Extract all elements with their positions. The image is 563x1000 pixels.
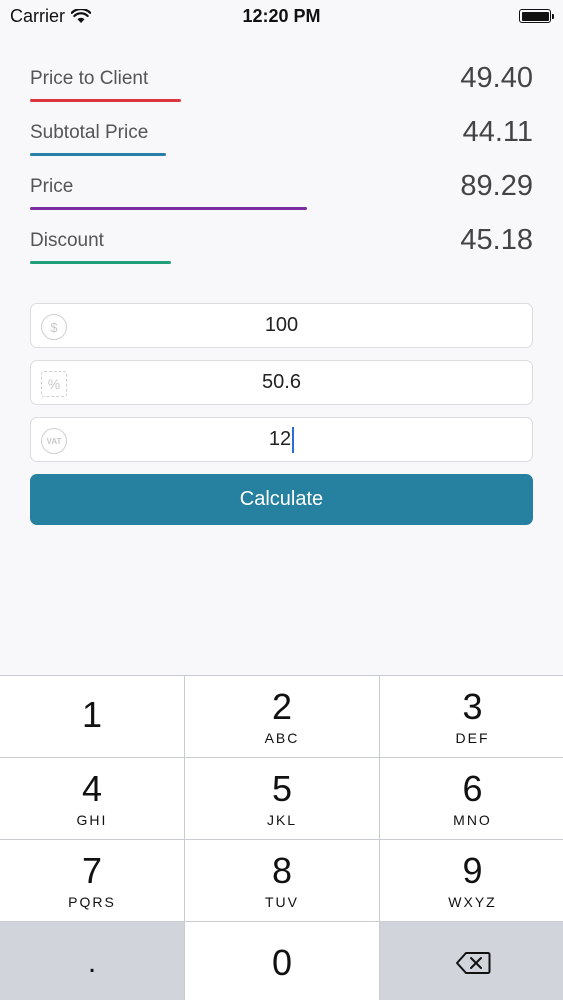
key-1[interactable]: 1 (0, 676, 184, 757)
discount-input[interactable]: 50.6 (31, 361, 532, 404)
result-row-price: Price 89.29 (30, 164, 533, 218)
key-decimal[interactable]: . (0, 922, 184, 1000)
result-row-discount: Discount 45.18 (30, 218, 533, 272)
key-5[interactable]: 5 JKL (185, 758, 379, 839)
vat-field[interactable]: VAT 12 (30, 417, 533, 462)
key-3[interactable]: 3 DEF (380, 676, 563, 757)
key-backspace[interactable] (380, 922, 563, 1000)
key-0[interactable]: 0 (185, 922, 379, 1000)
results-list: Price to Client 49.40 Subtotal Price 44.… (30, 56, 533, 272)
result-row-price-to-client: Price to Client 49.40 (30, 56, 533, 110)
result-label: Discount (30, 230, 104, 251)
carrier-label: Carrier (10, 5, 66, 26)
wifi-icon (71, 8, 92, 23)
numeric-keypad: 1 2 ABC 3 DEF 4 GHI 5 JKL 6 MNO 7 PQRS 8 TUV 9W… (0, 675, 563, 1000)
battery-icon (519, 9, 554, 23)
price-input[interactable]: 100 (31, 304, 532, 347)
result-value: 49.40 (460, 62, 533, 94)
input-fields: $ 100 % 50.6 VAT 12 (30, 303, 533, 474)
key-2[interactable]: 2 ABC (185, 676, 379, 757)
key-4[interactable]: 4 GHI (0, 758, 184, 839)
result-value: 44.11 (462, 116, 533, 148)
result-value: 89.29 (460, 170, 533, 202)
app-screen: Carrier 12:20 PM Price to Client 49.40 S… (0, 0, 563, 1000)
result-bar (30, 153, 166, 156)
backspace-icon (455, 952, 490, 974)
discount-field[interactable]: % 50.6 (30, 360, 533, 405)
text-caret (292, 426, 295, 453)
result-row-subtotal-price: Subtotal Price 44.11 (30, 110, 533, 164)
result-label: Price (30, 176, 74, 197)
result-bar (30, 207, 307, 210)
key-7[interactable]: 7 PQRS (0, 840, 184, 921)
price-field[interactable]: $ 100 (30, 303, 533, 348)
result-label: Price to Client (30, 68, 149, 89)
result-bar (30, 261, 171, 264)
result-value: 45.18 (460, 224, 533, 256)
vat-input[interactable]: 12 (31, 418, 532, 461)
result-bar (30, 99, 181, 102)
key-6[interactable]: 6 MNO (380, 758, 563, 839)
result-label: Subtotal Price (30, 122, 149, 143)
key-8[interactable]: 8 TUV (185, 840, 379, 921)
key-9[interactable]: 9 WXYZ (380, 840, 563, 921)
calculate-button[interactable]: Calculate (30, 474, 533, 525)
status-bar: Carrier 12:20 PM (0, 0, 563, 32)
